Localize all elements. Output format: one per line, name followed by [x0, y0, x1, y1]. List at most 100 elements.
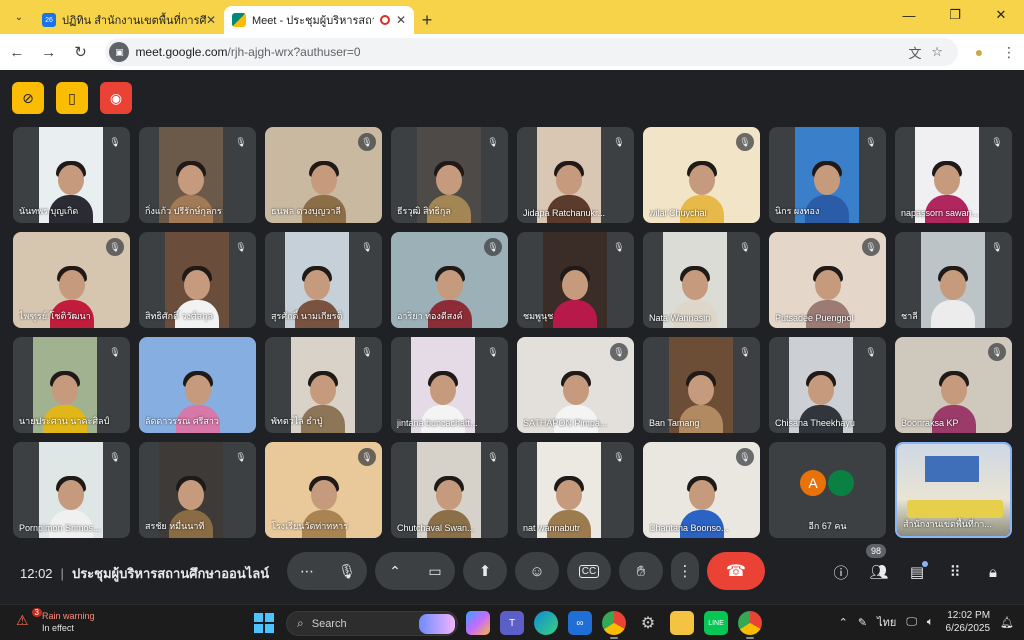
- back-arrow-icon[interactable]: ←: [2, 37, 32, 67]
- participant-tile[interactable]: 🎙︎ Putsadee Puengpol: [769, 232, 886, 328]
- widgets-icon[interactable]: ∞: [568, 611, 592, 635]
- participant-tile[interactable]: 🎙︎ Chutchaval Swan...: [391, 442, 508, 538]
- more-audio-icon[interactable]: ⋯: [287, 552, 327, 590]
- participant-tile[interactable]: 🎙︎ Boonraksa KP: [895, 337, 1012, 433]
- chevron-up-icon[interactable]: ⌃: [375, 552, 415, 590]
- weather-widget[interactable]: ⚠ 3 Rain warning In effect: [16, 608, 95, 634]
- self-view-tile[interactable]: สำนักงานเขตพื้นที่กา...: [895, 442, 1012, 538]
- copilot-icon[interactable]: [466, 611, 490, 635]
- leave-call-button[interactable]: ☎: [707, 552, 765, 590]
- line-icon[interactable]: LINE: [704, 611, 728, 635]
- camera-off-icon[interactable]: ⊘: [12, 82, 44, 114]
- muted-mic-icon: 🎙︎: [862, 238, 880, 256]
- close-tab-icon[interactable]: ✕: [396, 13, 406, 27]
- activities-icon[interactable]: ⠿: [936, 560, 974, 584]
- windows-start-icon[interactable]: [254, 613, 274, 633]
- participant-tile[interactable]: 🎙︎ อาริยา ทองดีสงค์: [391, 232, 508, 328]
- chevron-up-tray-icon[interactable]: ⌃: [839, 616, 848, 629]
- screen-on-wall: [925, 456, 979, 482]
- close-window-icon[interactable]: ✕: [978, 0, 1024, 30]
- captions-button[interactable]: CC: [567, 552, 611, 590]
- tab-calendar[interactable]: 26 ปฏิทิน สำนักงานเขตพื้นที่การศึกษาป ✕: [34, 6, 224, 34]
- other-participants-tile[interactable]: A อีก 67 คน: [769, 442, 886, 538]
- participant-name: อาริยา ทองดีสงค์: [397, 311, 463, 321]
- microphone-icon[interactable]: 🎙︎: [327, 552, 367, 590]
- address-bar[interactable]: ▣ meet.google.com/rjh-ajgh-wrx?authuser=…: [105, 38, 959, 66]
- present-screen-button[interactable]: ⬆: [463, 552, 507, 590]
- participant-tile[interactable]: 🎙︎ กิ่งแก้ว ปรีรักษ์กุลกร: [139, 127, 256, 223]
- meeting-details-info-icon[interactable]: ⓘ: [822, 560, 860, 584]
- host-controls-lock-icon[interactable]: 🔒︎: [974, 560, 1012, 584]
- forward-arrow-icon[interactable]: →: [34, 37, 64, 67]
- participant-tile[interactable]: 🎙︎ ชาลี: [895, 232, 1012, 328]
- participant-tile[interactable]: 🎙︎ นันทพร บุญเกิด: [13, 127, 130, 223]
- participant-tile[interactable]: 🎙︎ นิกร ผงทอง: [769, 127, 886, 223]
- participant-tile[interactable]: 🎙︎ Ban Tamang: [643, 337, 760, 433]
- participant-tile[interactable]: 🎙︎ ธีรวุฒิ สิทธิกุล: [391, 127, 508, 223]
- edge-icon[interactable]: [534, 611, 558, 635]
- participant-tile[interactable]: 🎙︎ nat wannabutr: [517, 442, 634, 538]
- muted-mic-icon: 🎙︎: [106, 238, 124, 256]
- profile-avatar-icon[interactable]: ●: [964, 44, 994, 60]
- participant-tile[interactable]: 🎙︎ napassorn sawan...: [895, 127, 1012, 223]
- participant-grid: 🎙︎ นันทพร บุญเกิด 🎙︎ กิ่งแก้ว ปรีรักษ์กุลกร…: [13, 127, 1012, 539]
- clock[interactable]: 12:02 PM 6/26/2025: [946, 609, 991, 635]
- tab-search-chevron-icon[interactable]: ⌄: [8, 6, 30, 28]
- url-text[interactable]: meet.google.com/rjh-ajgh-wrx?authuser=0: [135, 45, 904, 59]
- participant-tile[interactable]: 🎙︎ Jidapa Ratchanukr...: [517, 127, 634, 223]
- participant-tile[interactable]: 🎙︎ Pornpimon Srimos...: [13, 442, 130, 538]
- pen-icon[interactable]: ✎: [858, 616, 867, 629]
- participant-tile[interactable]: 🎙︎ ไพฑูรย์ โชติวัฒนา: [13, 232, 130, 328]
- participant-tile[interactable]: 🎙︎ wilai Chuychai: [643, 127, 760, 223]
- chat-unread-dot: [922, 561, 928, 567]
- participant-tile[interactable]: 🎙︎ โรงเรียนวัดท่าทหาร: [265, 442, 382, 538]
- participant-tile[interactable]: 🎙︎ สุรศักดิ์ นามเกียรติ: [265, 232, 382, 328]
- teams-icon[interactable]: T: [500, 611, 524, 635]
- url-path: /rjh-ajgh-wrx?authuser=0: [227, 45, 361, 59]
- file-explorer-icon[interactable]: [670, 611, 694, 635]
- participant-tile[interactable]: 🎙︎ ธนพล ดวงบุญวาลี: [265, 127, 382, 223]
- participant-tile[interactable]: 🎙︎ ชมพูนุช: [517, 232, 634, 328]
- bookmark-star-icon[interactable]: ☆: [926, 44, 948, 60]
- door-icon[interactable]: ▯: [56, 82, 88, 114]
- taskbar-search[interactable]: ⌕ Search: [286, 611, 458, 636]
- muted-mic-icon: 🎙︎: [484, 133, 502, 151]
- tab-meet[interactable]: Meet - ประชุมผู้บริหารสถานศึก ✕: [224, 6, 414, 34]
- participant-tile[interactable]: 🎙︎ Chisana Theekhayu: [769, 337, 886, 433]
- participant-tile[interactable]: 🎙︎ สรชัย หมื่นนาที: [139, 442, 256, 538]
- translate-icon[interactable]: 文: [904, 43, 926, 62]
- new-tab-button[interactable]: +: [414, 6, 440, 34]
- camera-icon[interactable]: ▭: [415, 552, 455, 590]
- reload-icon[interactable]: ↻: [66, 37, 96, 67]
- participant-tile[interactable]: 🎙︎ Chantana Boonso...: [643, 442, 760, 538]
- minimize-icon[interactable]: —: [886, 0, 932, 30]
- participant-name: โรงเรียนวัดท่าทหาร: [271, 521, 349, 531]
- taskbar-time: 12:02 PM: [947, 610, 991, 621]
- participant-tile[interactable]: 🎙︎ SATHAPON Pimpa...: [517, 337, 634, 433]
- participant-tile[interactable]: ลัดดาวรรณ ศรีสาว: [139, 337, 256, 433]
- participant-tile[interactable]: 🎙︎ Nata Wannasin: [643, 232, 760, 328]
- more-options-button[interactable]: ⋮: [671, 552, 699, 590]
- chat-icon[interactable]: ▤: [898, 560, 936, 584]
- participant-tile[interactable]: 🎙︎ พัทตวไล ธำปู่: [265, 337, 382, 433]
- people-icon[interactable]: 👥︎ 98: [860, 544, 898, 584]
- volume-icon[interactable]: 🔈︎: [927, 616, 934, 629]
- notification-bell-icon[interactable]: 🔔︎: [1000, 616, 1014, 629]
- close-tab-icon[interactable]: ✕: [206, 13, 216, 27]
- site-camera-icon[interactable]: ▣: [109, 42, 130, 62]
- chrome-menu-icon[interactable]: ⋮: [994, 44, 1024, 61]
- head-shape: [52, 375, 78, 405]
- network-icon[interactable]: 🖵︎: [906, 616, 917, 629]
- participant-tile[interactable]: 🎙︎ นายประศาน นาคะศิลป์: [13, 337, 130, 433]
- settings-gear-icon[interactable]: ⚙: [636, 611, 660, 635]
- participant-name: Ban Tamang: [649, 418, 700, 428]
- participant-tile[interactable]: 🎙︎ สิทธิศักดิ์ วงศ์สกุล: [139, 232, 256, 328]
- record-icon[interactable]: ◉: [100, 82, 132, 114]
- participant-tile[interactable]: 🎙︎ jintana buncachatt...: [391, 337, 508, 433]
- chrome-taskbar-icon[interactable]: [602, 611, 626, 639]
- restore-icon[interactable]: ❐: [932, 0, 978, 30]
- input-language[interactable]: ไทย: [877, 613, 896, 631]
- raise-hand-button[interactable]: ✋︎: [619, 552, 663, 590]
- reactions-button[interactable]: ☺: [515, 552, 559, 590]
- chrome-profile-icon[interactable]: [738, 611, 762, 639]
